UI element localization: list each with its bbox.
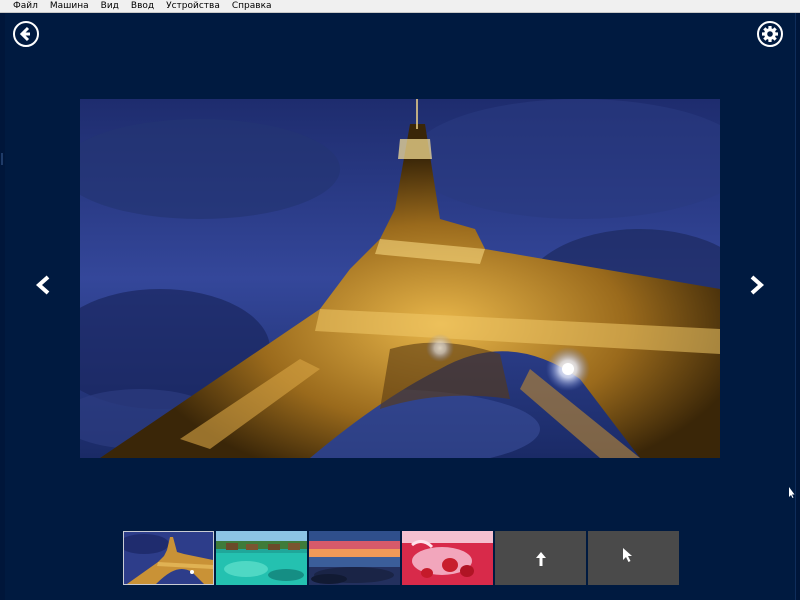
menu-machine[interactable]: Машина [44,0,95,12]
settings-button[interactable] [757,21,783,47]
window-right-edge [795,13,800,600]
thumbnail-strawberry-splash[interactable] [402,531,493,585]
menu-help[interactable]: Справка [226,0,278,12]
mouse-pointer-icon [789,487,795,498]
menu-bar: Файл Машина Вид Ввод Устройства Справка [0,0,800,13]
back-button[interactable] [13,21,39,47]
sunset-seascape-thumbnail-image [309,531,400,585]
tropical-bungalows-thumbnail-image [216,531,307,585]
menu-view[interactable]: Вид [95,0,125,12]
eiffel-tower-photo [80,99,720,458]
pointer-tile-button[interactable] [588,531,679,585]
window-left-edge [0,13,5,600]
thumbnail-strip [123,531,681,585]
cursor-icon [623,548,632,562]
previous-photo-button[interactable] [34,274,52,296]
thumbnail-eiffel-tower[interactable] [123,531,214,585]
strawberry-splash-thumbnail-image [402,531,493,585]
edge-marker [1,153,3,165]
thumbnail-tropical-bungalows[interactable] [216,531,307,585]
menu-input[interactable]: Ввод [125,0,160,12]
gear-icon [762,26,778,42]
back-arrow-icon [19,26,30,42]
main-photo[interactable] [80,99,720,458]
eiffel-tower-thumbnail-image [124,532,213,584]
menu-file[interactable]: Файл [0,0,44,12]
upload-arrow-icon [536,552,546,566]
upload-tile-button[interactable] [495,531,586,585]
menu-devices[interactable]: Устройства [160,0,226,12]
next-photo-button[interactable] [748,274,766,296]
thumbnail-sunset-seascape[interactable] [309,531,400,585]
